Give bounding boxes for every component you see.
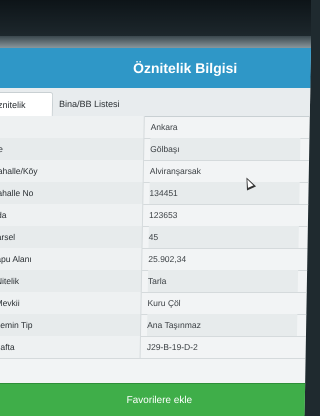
row-value: J29-B-19-D-2 [146,342,198,352]
row-value: Ana Taşınmaz [146,314,298,336]
row-label: Zemin Tip [0,314,142,336]
add-to-favorites-button[interactable]: Favorilere ekle [0,383,306,416]
add-to-favorites-label: Favorilere ekle [126,394,193,406]
attribute-panel: Öznitelik Bilgisi znitelik Bilgisi Bina/… [0,48,312,416]
table-row: Ankara [0,116,310,139]
row-label: arsel [0,226,143,248]
row-label: da [0,204,144,226]
table-row: Mevkii Kuru Çöl [0,292,307,315]
table-row: arsel 45 [0,226,308,249]
table-row: Nitelik Tarla [0,270,308,293]
row-label: ahalle No [0,182,144,204]
panel-title: Öznitelik Bilgisi [132,60,238,76]
table-row: Pafta J29-B-19-D-2 [0,336,306,359]
row-label: e [0,138,145,160]
row-label: apu Alanı [0,248,143,270]
tab-bar: znitelik Bilgisi Bina/BB Listesi [0,88,311,134]
row-label: Nitelik [0,270,143,292]
row-label: ahalle/Köy [0,160,145,182]
row-value: 123653 [148,210,178,220]
row-value: Kuru Çöl [147,298,181,308]
row-label [0,116,145,138]
table-row: ahalle/Köy Alviranşarsak [0,160,310,183]
table-row: ahalle No 134451 [0,182,309,205]
panel-header: Öznitelik Bilgisi [0,48,312,88]
bezel-edge [0,36,311,48]
row-value: 134451 [149,182,300,204]
tab-building-list[interactable]: Bina/BB Listesi [53,92,131,116]
tab-attribute-info[interactable]: znitelik Bilgisi [0,92,54,134]
row-value: Ankara [150,122,178,132]
row-value: 45 [148,226,299,248]
row-value: Tarla [147,270,299,292]
row-value: 25.902,34 [148,254,187,264]
row-value: Alviranşarsak [149,166,201,176]
row-label: Pafta [0,336,141,358]
table-row: e Gölbaşı [0,138,310,161]
table-row: Zemin Tip Ana Taşınmaz [0,314,307,337]
table-row: da 123653 [0,204,309,227]
row-value: Gölbaşı [150,138,301,160]
table-row: apu Alanı 25.902,34 [0,248,308,271]
device-bezel [0,0,311,48]
row-label: Mevkii [0,292,142,314]
